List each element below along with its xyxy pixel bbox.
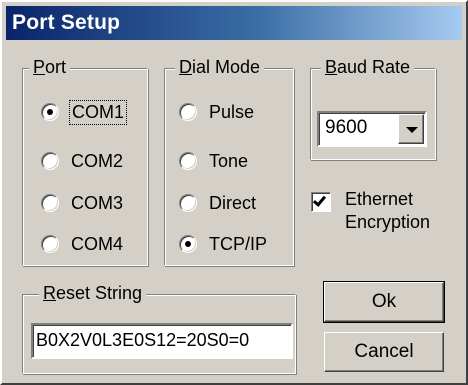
ok-button[interactable]: Ok xyxy=(323,281,445,323)
radio-button[interactable] xyxy=(41,152,59,170)
ethernet-encryption-checkbox[interactable] xyxy=(311,192,331,212)
radio-label: Pulse xyxy=(209,101,255,122)
radio-button[interactable] xyxy=(179,103,197,121)
radio-tcpip[interactable]: TCP/IP xyxy=(179,231,267,257)
baud-rate-group-legend: Baud Rate xyxy=(321,56,415,78)
radio-direct[interactable]: Direct xyxy=(179,190,256,216)
port-group: Port COM1 COM2 COM3 COM4 xyxy=(22,56,148,266)
radio-button[interactable] xyxy=(179,152,197,170)
radio-label: COM4 xyxy=(71,233,124,254)
ethernet-encryption-label[interactable]: Ethernet Encryption xyxy=(345,188,430,234)
radio-com3[interactable]: COM3 xyxy=(41,190,123,216)
radio-button[interactable] xyxy=(41,194,59,212)
checkmark-icon xyxy=(312,193,327,207)
radio-tone[interactable]: Tone xyxy=(179,148,248,174)
reset-string-group-legend: Reset String xyxy=(39,282,147,304)
port-group-legend: Port xyxy=(29,56,71,78)
radio-label: Direct xyxy=(209,192,257,213)
window-title: Port Setup xyxy=(12,11,121,34)
baud-rate-group: Baud Rate 9600 xyxy=(310,56,436,160)
radio-com4[interactable]: COM4 xyxy=(41,231,123,257)
reset-string-input[interactable]: B0X2V0L3E0S12=20S0=0 xyxy=(31,323,293,359)
radio-label: COM3 xyxy=(71,192,124,213)
baud-rate-select[interactable]: 9600 xyxy=(317,111,427,147)
baud-rate-value: 9600 xyxy=(325,117,368,138)
title-bar: Port Setup xyxy=(6,6,462,40)
cancel-button[interactable]: Cancel xyxy=(324,332,444,372)
radio-button[interactable] xyxy=(179,235,197,253)
chevron-down-icon[interactable] xyxy=(398,114,424,144)
radio-label: TCP/IP xyxy=(209,233,268,254)
radio-button[interactable] xyxy=(179,194,197,212)
radio-label: COM2 xyxy=(71,150,124,171)
reset-string-group: Reset String B0X2V0L3E0S12=20S0=0 xyxy=(22,282,296,374)
port-setup-dialog: Port Setup Port COM1 COM2 COM3 COM4 Dial… xyxy=(0,0,468,385)
radio-button[interactable] xyxy=(41,103,59,121)
radio-label: Tone xyxy=(209,150,249,171)
radio-pulse[interactable]: Pulse xyxy=(179,99,254,125)
radio-com1[interactable]: COM1 xyxy=(41,99,128,125)
radio-button[interactable] xyxy=(41,235,59,253)
dial-mode-group: Dial Mode Pulse Tone Direct TCP/IP xyxy=(164,56,294,266)
radio-com2[interactable]: COM2 xyxy=(41,148,123,174)
dial-mode-group-legend: Dial Mode xyxy=(175,56,265,78)
radio-label: COM1 xyxy=(68,99,128,125)
